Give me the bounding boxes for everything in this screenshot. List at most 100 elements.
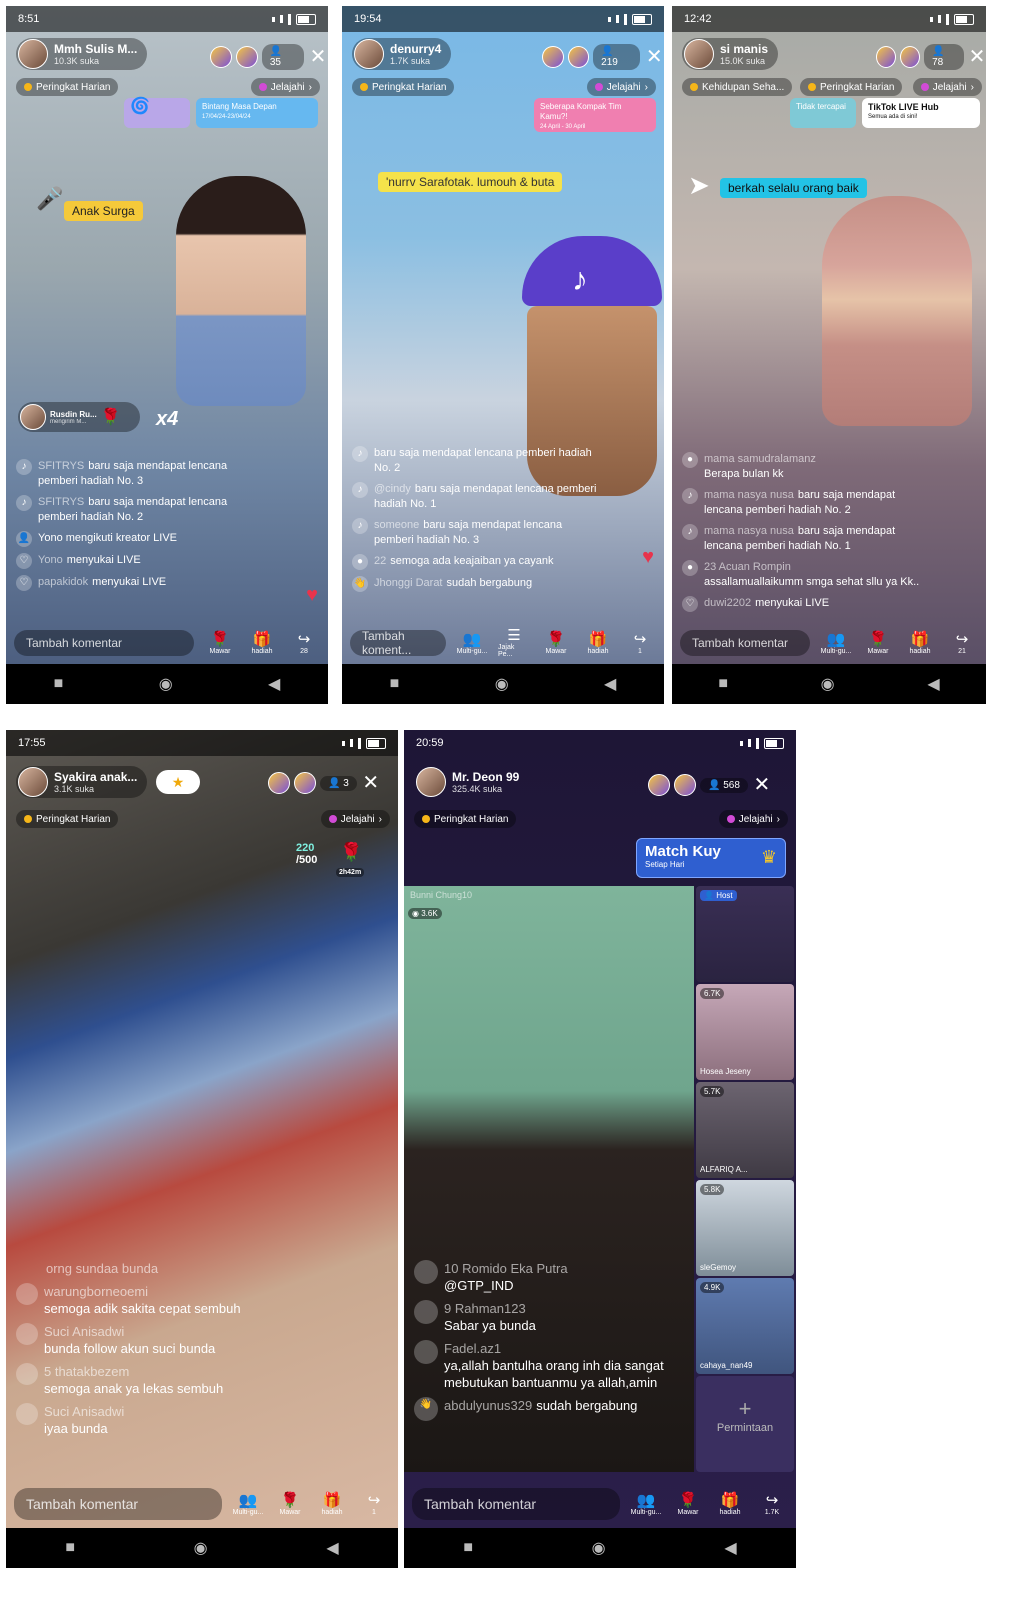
share-button[interactable]: ↪ 28 <box>288 631 320 655</box>
heart-icon[interactable]: ♥ <box>642 546 654 569</box>
viewer-count[interactable]: 👤 3 <box>320 775 357 791</box>
viewer-group[interactable]: 👤 78 ✕ <box>876 44 986 70</box>
guest-tile[interactable]: 4.9K cahaya_nan49 <box>696 1278 794 1374</box>
comment-input[interactable]: Tambah komentar <box>14 630 194 656</box>
rose-goal[interactable]: 220/500 🌹 2h42m <box>296 842 384 884</box>
recents-icon[interactable]: ■ <box>65 1539 75 1557</box>
live-hub-card[interactable]: TikTok LIVE Hub Semua ada di sini! <box>862 98 980 128</box>
host-profile[interactable]: si manis 15.0K suka <box>682 38 779 70</box>
viewer-avatar[interactable] <box>210 46 232 68</box>
rose-gift-button[interactable]: 🌹 Mawar <box>204 631 236 655</box>
viewer-avatar[interactable] <box>648 774 670 796</box>
rose-gift-button[interactable]: 🌹 Mawar <box>862 631 894 655</box>
explore-pill[interactable]: Jelajahi › <box>250 78 320 96</box>
explore-pill[interactable]: Jelajahi › <box>586 78 656 96</box>
gift-button[interactable]: 🎁 hadiah <box>714 1492 746 1516</box>
back-icon[interactable]: ◀ <box>927 674 939 694</box>
home-icon[interactable]: ◉ <box>159 674 173 694</box>
explore-pill[interactable]: Jelajahi › <box>912 78 982 96</box>
poll-button[interactable]: ☰ Jajak Pe... <box>498 628 530 659</box>
multi-guest-button[interactable]: 👥 Multi-gu... <box>630 1492 662 1516</box>
avatar[interactable] <box>684 39 714 69</box>
viewer-avatar[interactable] <box>567 46 590 68</box>
host-profile[interactable]: Mmh Sulis M... 10.3K suka <box>16 38 148 70</box>
multi-guest-button[interactable]: 👥 Multi-gu... <box>820 631 852 655</box>
close-icon[interactable]: ✕ <box>968 47 986 67</box>
event-card[interactable]: 🌀 <box>124 98 190 128</box>
close-icon[interactable]: ✕ <box>644 47 664 67</box>
recents-icon[interactable]: ■ <box>718 675 728 693</box>
daily-ranking-pill[interactable]: Peringkat Harian <box>800 78 903 96</box>
daily-ranking-pill[interactable]: Peringkat Harian <box>352 78 455 96</box>
viewer-group[interactable]: 👤 219 ✕ <box>542 44 664 70</box>
avatar[interactable] <box>354 39 384 69</box>
back-icon[interactable]: ◀ <box>724 1538 736 1558</box>
recents-icon[interactable]: ■ <box>390 675 400 693</box>
guest-tile[interactable]: 5.8K sleGemoy <box>696 1180 794 1276</box>
daily-ranking-pill[interactable]: Peringkat Harian <box>414 810 517 828</box>
viewer-avatar[interactable] <box>294 772 316 794</box>
close-icon[interactable]: ✕ <box>361 773 381 793</box>
guest-tile[interactable]: 5.7K ALFARIQ A... <box>696 1082 794 1178</box>
multi-guest-button[interactable]: 👥 Multi-gu... <box>456 631 488 655</box>
viewer-avatar[interactable] <box>542 46 564 68</box>
viewer-group[interactable]: 👤 3 ✕ <box>268 772 381 794</box>
close-icon[interactable]: ✕ <box>308 47 328 67</box>
avatar[interactable] <box>18 767 48 797</box>
recents-icon[interactable]: ■ <box>54 675 64 693</box>
share-button[interactable]: ↪ 21 <box>946 631 978 655</box>
gift-button[interactable]: 🎁 hadiah <box>582 631 614 655</box>
comment-input[interactable]: Tambah komentar <box>680 630 810 656</box>
back-icon[interactable]: ◀ <box>604 674 616 694</box>
recents-icon[interactable]: ■ <box>463 1539 473 1557</box>
comment-input[interactable]: Tambah koment... <box>350 629 446 657</box>
gift-button[interactable]: 🎁 hadiah <box>904 631 936 655</box>
daily-ranking-pill[interactable]: Peringkat Harian <box>16 810 119 828</box>
host-profile[interactable]: Mr. Deon 99 325.4K suka <box>414 766 529 798</box>
event-card[interactable]: Seberapa Kompak Tim Kamu?! 24 April - 30 … <box>534 98 656 132</box>
guest-tile[interactable]: 6.7K Hosea Jeseny <box>696 984 794 1080</box>
match-banner[interactable]: Match Kuy Setiap Hari ♛ <box>636 838 786 878</box>
home-icon[interactable]: ◉ <box>592 1538 606 1558</box>
rose-gift-button[interactable]: 🌹 Mawar <box>672 1492 704 1516</box>
explore-pill[interactable]: Jelajahi › <box>320 810 390 828</box>
goal-card[interactable]: Tidak tercapai <box>790 98 856 128</box>
viewer-avatar[interactable] <box>674 774 696 796</box>
explore-pill[interactable]: Jelajahi › <box>718 810 788 828</box>
viewer-group[interactable]: 👤 35 ✕ <box>210 44 328 70</box>
avatar[interactable] <box>416 767 446 797</box>
home-icon[interactable]: ◉ <box>495 674 509 694</box>
health-pill[interactable]: Kehidupan Seha... <box>682 78 793 96</box>
daily-ranking-pill[interactable]: Peringkat Harian <box>16 78 119 96</box>
home-icon[interactable]: ◉ <box>194 1538 208 1558</box>
viewer-avatar[interactable] <box>900 46 921 68</box>
multi-guest-button[interactable]: 👥 Multi-gu... <box>232 1492 264 1516</box>
host-profile[interactable]: denurry4 1.7K suka <box>352 38 452 70</box>
home-icon[interactable]: ◉ <box>821 674 835 694</box>
gift-button[interactable]: 🎁 hadiah <box>246 631 278 655</box>
share-button[interactable]: ↪ 1.7K <box>756 1492 788 1516</box>
viewer-avatar[interactable] <box>876 46 897 68</box>
share-button[interactable]: ↪ 1 <box>358 1492 390 1516</box>
viewer-avatar[interactable] <box>268 772 290 794</box>
back-icon[interactable]: ◀ <box>268 674 280 694</box>
heart-icon[interactable]: ♥ <box>306 584 318 607</box>
rose-gift-button[interactable]: 🌹 Mawar <box>274 1492 306 1516</box>
close-icon[interactable]: ✕ <box>752 775 772 795</box>
viewer-count[interactable]: 👤 78 <box>924 44 964 70</box>
viewer-avatar[interactable] <box>235 46 258 68</box>
viewer-group[interactable]: 👤 568 ✕ <box>648 774 772 796</box>
viewer-count[interactable]: 👤 35 <box>261 44 305 70</box>
comment-input[interactable]: Tambah komentar <box>14 1488 222 1520</box>
host-tile[interactable]: 👤 Host <box>696 886 794 982</box>
share-button[interactable]: ↪ 1 <box>624 631 656 655</box>
viewer-count[interactable]: 👤 568 <box>700 777 748 793</box>
request-tile[interactable]: + Permintaan <box>696 1376 794 1472</box>
rose-gift-button[interactable]: 🌹 Mawar <box>540 631 572 655</box>
follow-star-button[interactable]: ★ <box>156 770 200 794</box>
event-card[interactable]: Bintang Masa Depan 17/04/24-23/04/24 <box>196 98 318 128</box>
host-profile[interactable]: Syakira anak... 3.1K suka <box>16 766 148 798</box>
comment-input[interactable]: Tambah komentar <box>412 1488 620 1520</box>
viewer-count[interactable]: 👤 219 <box>593 44 641 70</box>
avatar[interactable] <box>18 39 48 69</box>
